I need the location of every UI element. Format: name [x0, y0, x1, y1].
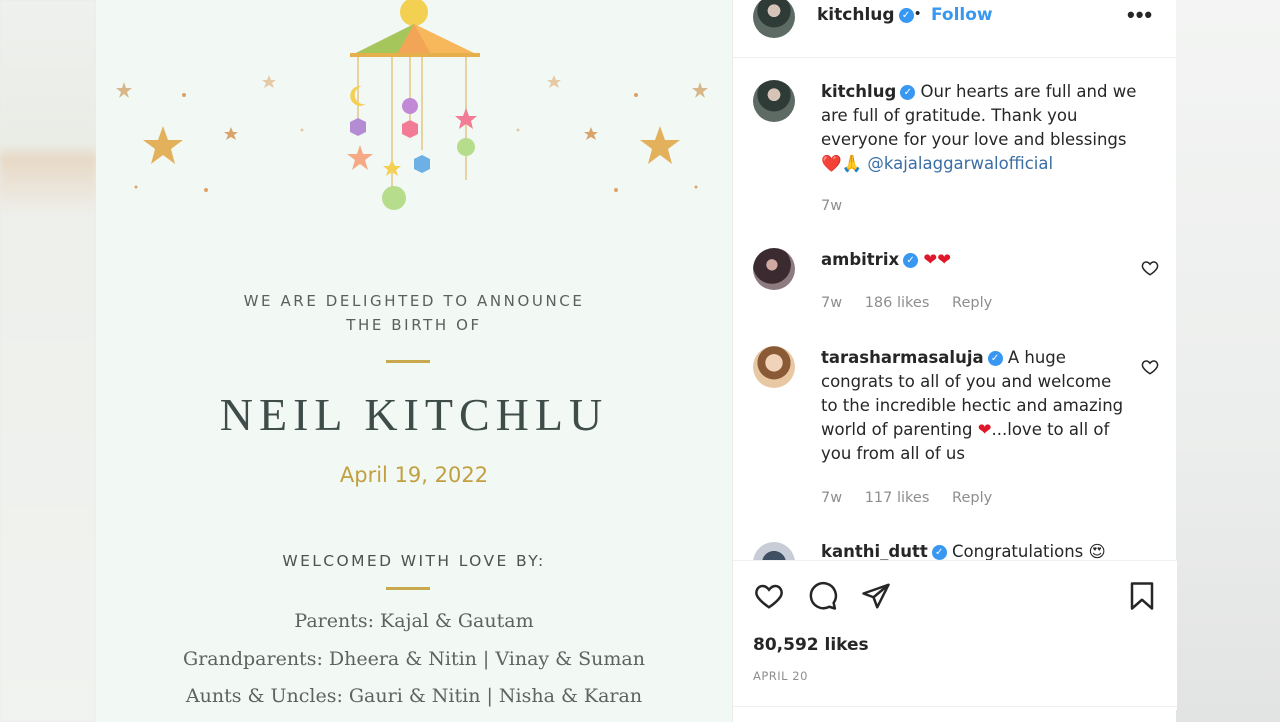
- gold-divider: [386, 587, 430, 590]
- comment-time[interactable]: 7w: [821, 295, 842, 311]
- follow-button[interactable]: Follow: [931, 5, 993, 25]
- baby-name: NEIL KITCHLU: [219, 389, 609, 440]
- comment-icon[interactable]: [807, 581, 839, 611]
- reply-button[interactable]: Reply: [952, 490, 992, 506]
- reply-button[interactable]: Reply: [952, 295, 992, 311]
- avatar[interactable]: [753, 248, 795, 290]
- announcement-text: WE ARE DELIGHTED TO ANNOUNCE THE BIRTH O…: [96, 289, 732, 337]
- welcomed-heading: WELCOMED WITH LOVE BY:: [282, 552, 546, 570]
- post-author-username[interactable]: kitchlug ✓: [817, 5, 914, 25]
- comment-likes[interactable]: 186 likes: [865, 295, 930, 311]
- avatar[interactable]: [753, 80, 795, 122]
- comment-username[interactable]: kanthi_dutt: [821, 542, 928, 560]
- birth-date: April 19, 2022: [339, 463, 489, 487]
- avatar[interactable]: [753, 542, 795, 560]
- comment-meta: 7w 117 likes Reply: [821, 490, 1010, 506]
- post-date: APRIL 20: [753, 669, 808, 683]
- star-decoration: [692, 82, 708, 98]
- aunts-uncles-line: Aunts & Uncles: Gauri & Nitin | Nisha & …: [185, 685, 643, 707]
- blurred-background-right: [1176, 0, 1280, 722]
- post-side-panel: kitchlug ✓ • Follow ••• kitchlug ✓ Our hea…: [732, 0, 1177, 722]
- baby-mobile-illustration: [116, 0, 708, 210]
- comment-text: ❤❤: [923, 250, 952, 269]
- more-options-icon[interactable]: •••: [1127, 2, 1153, 28]
- likes-count[interactable]: 80,592 likes: [753, 635, 869, 655]
- post-header: kitchlug ✓ • Follow •••: [733, 0, 1177, 58]
- post-caption: kitchlug ✓ Our hearts are full and we are…: [821, 80, 1141, 176]
- post-actions: 80,592 likes APRIL 20: [733, 560, 1177, 710]
- comment-item: ambitrix ✓ ❤❤: [821, 248, 1141, 272]
- star-decoration: [116, 82, 132, 98]
- heart-icon[interactable]: [753, 581, 785, 611]
- verified-badge-icon: ✓: [900, 85, 916, 100]
- avatar[interactable]: [753, 0, 795, 38]
- post-image-invitation: WE ARE DELIGHTED TO ANNOUNCE THE BIRTH O…: [96, 0, 732, 722]
- grandparents-line: Grandparents: Dheera & Nitin | Vinay & S…: [183, 648, 645, 670]
- divider: [733, 706, 1177, 707]
- share-icon[interactable]: [860, 581, 892, 611]
- verified-badge-icon: ✓: [903, 253, 919, 268]
- caption-mention[interactable]: @kajalaggarwalofficial: [867, 154, 1053, 173]
- verified-badge-icon: ✓: [987, 351, 1003, 366]
- star-decoration: [547, 75, 561, 88]
- comment-username[interactable]: tarasharmasaluja: [821, 348, 984, 367]
- separator-dot: •: [915, 5, 921, 22]
- comment-item: kanthi_dutt ✓ Congratulations 😍: [821, 540, 1141, 560]
- gold-divider: [386, 360, 430, 363]
- comment-time[interactable]: 7w: [821, 490, 842, 506]
- blurred-background-left: [0, 0, 96, 722]
- star-decoration: [584, 127, 598, 140]
- like-comment-heart-icon[interactable]: [1141, 358, 1159, 376]
- star-decoration-large: [143, 126, 183, 164]
- comment-likes[interactable]: 117 likes: [865, 490, 930, 506]
- comment-meta: 7w 186 likes Reply: [821, 295, 1010, 311]
- star-decoration: [224, 127, 238, 140]
- like-comment-heart-icon[interactable]: [1141, 259, 1159, 277]
- bookmark-icon[interactable]: [1127, 581, 1157, 611]
- star-decoration-large: [640, 126, 680, 164]
- comment-heart-emoji: ❤: [977, 420, 992, 439]
- parents-line: Parents: Kajal & Gautam: [294, 610, 534, 632]
- star-decoration: [262, 75, 276, 88]
- announce-line-1: WE ARE DELIGHTED TO ANNOUNCE: [243, 292, 585, 310]
- comment-text: Congratulations: [951, 542, 1084, 560]
- avatar[interactable]: [753, 346, 795, 388]
- caption-time[interactable]: 7w: [821, 198, 842, 214]
- comment-item-partial: kanthi_dutt ✓ Congratulations 😍: [733, 538, 1177, 560]
- comment-emoji: 😍: [1088, 542, 1106, 560]
- verified-badge-icon: ✓: [898, 7, 914, 23]
- comment-item: tarasharmasaluja ✓ A huge congrats to all…: [821, 346, 1127, 466]
- caption-emojis: ❤️🙏: [821, 154, 863, 173]
- caption-meta: 7w: [821, 198, 860, 214]
- verified-badge-icon: ✓: [931, 545, 947, 560]
- comment-username[interactable]: ambitrix: [821, 250, 899, 269]
- caption-username[interactable]: kitchlug: [821, 82, 896, 101]
- announce-line-2: THE BIRTH OF: [346, 316, 482, 334]
